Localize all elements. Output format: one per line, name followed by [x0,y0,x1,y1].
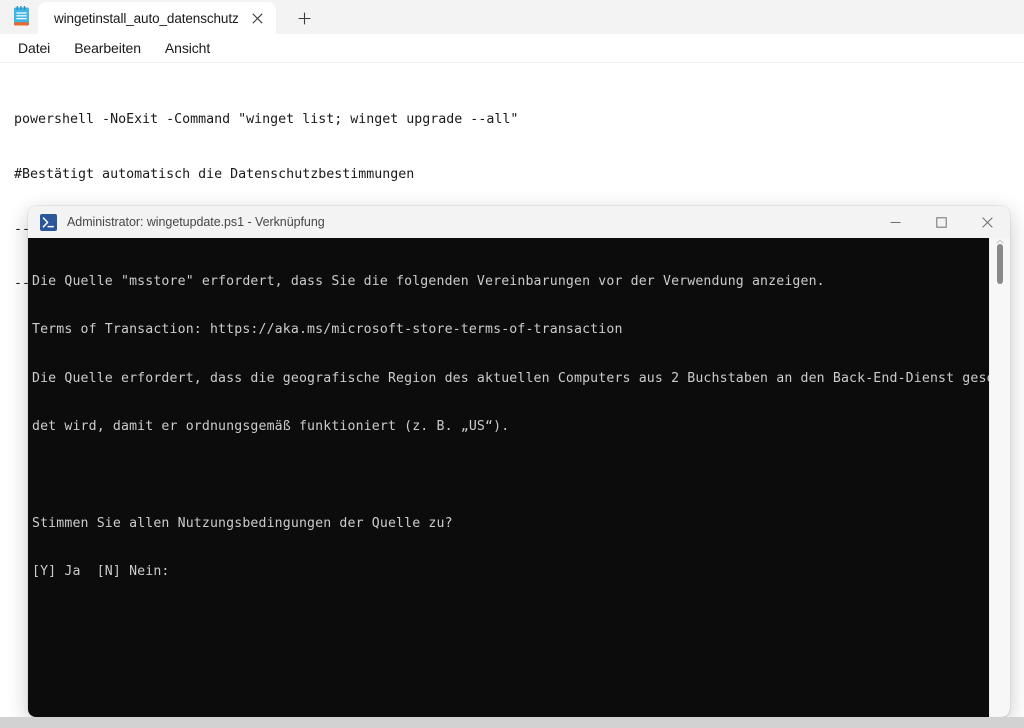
console-line: Stimmen Sie allen Nutzungsbedingungen de… [32,515,453,531]
new-tab-button[interactable] [286,3,322,33]
scrollbar-thumb[interactable] [997,244,1003,284]
console-titlebar[interactable]: Administrator: wingetupdate.ps1 - Verknü… [28,206,1010,238]
console-body: Die Quelle "msstore" erfordert, dass Sie… [28,238,1010,717]
screen: wingetinstall_auto_datenschutz_ja Datei … [0,0,1024,728]
close-icon[interactable] [244,6,270,30]
console-window-controls [872,206,1010,238]
powershell-icon [40,213,57,231]
console-line: Die Quelle "msstore" erfordert, dass Sie… [32,274,825,290]
notepad-icon [11,6,32,28]
console-title: Administrator: wingetupdate.ps1 - Verknü… [67,215,325,229]
console-line: Terms of Transaction: https://aka.ms/mic… [32,322,623,338]
editor-line: powershell -NoExit -Command "winget list… [14,112,519,128]
console-line: Die Quelle erfordert, dass die geografis… [32,370,989,386]
maximize-button[interactable] [918,206,964,238]
console-output[interactable]: Die Quelle "msstore" erfordert, dass Sie… [28,238,989,717]
desktop-bottom-strip [0,717,1024,728]
console-scrollbar[interactable] [989,238,1010,717]
menubar: Datei Bearbeiten Ansicht [0,34,1024,63]
menu-item-datei[interactable]: Datei [6,36,62,60]
console-line: [Y] Ja [N] Nein: [32,563,170,579]
tab-title: wingetinstall_auto_datenschutz_ja [54,10,238,26]
editor-line: #Bestätigt automatisch die Datenschutzbe… [14,167,415,182]
powershell-console-window: Administrator: wingetupdate.ps1 - Verknü… [28,206,1010,717]
console-line: det wird, damit er ordnungsgemäß funktio… [32,419,510,435]
tab-document[interactable]: wingetinstall_auto_datenschutz_ja [38,2,276,34]
menu-item-ansicht[interactable]: Ansicht [153,36,222,60]
tabstrip: wingetinstall_auto_datenschutz_ja [38,0,322,34]
close-button[interactable] [964,206,1010,238]
notepad-titlebar: wingetinstall_auto_datenschutz_ja [0,0,1024,34]
minimize-button[interactable] [872,206,918,238]
menu-item-bearbeiten[interactable]: Bearbeiten [62,36,153,60]
